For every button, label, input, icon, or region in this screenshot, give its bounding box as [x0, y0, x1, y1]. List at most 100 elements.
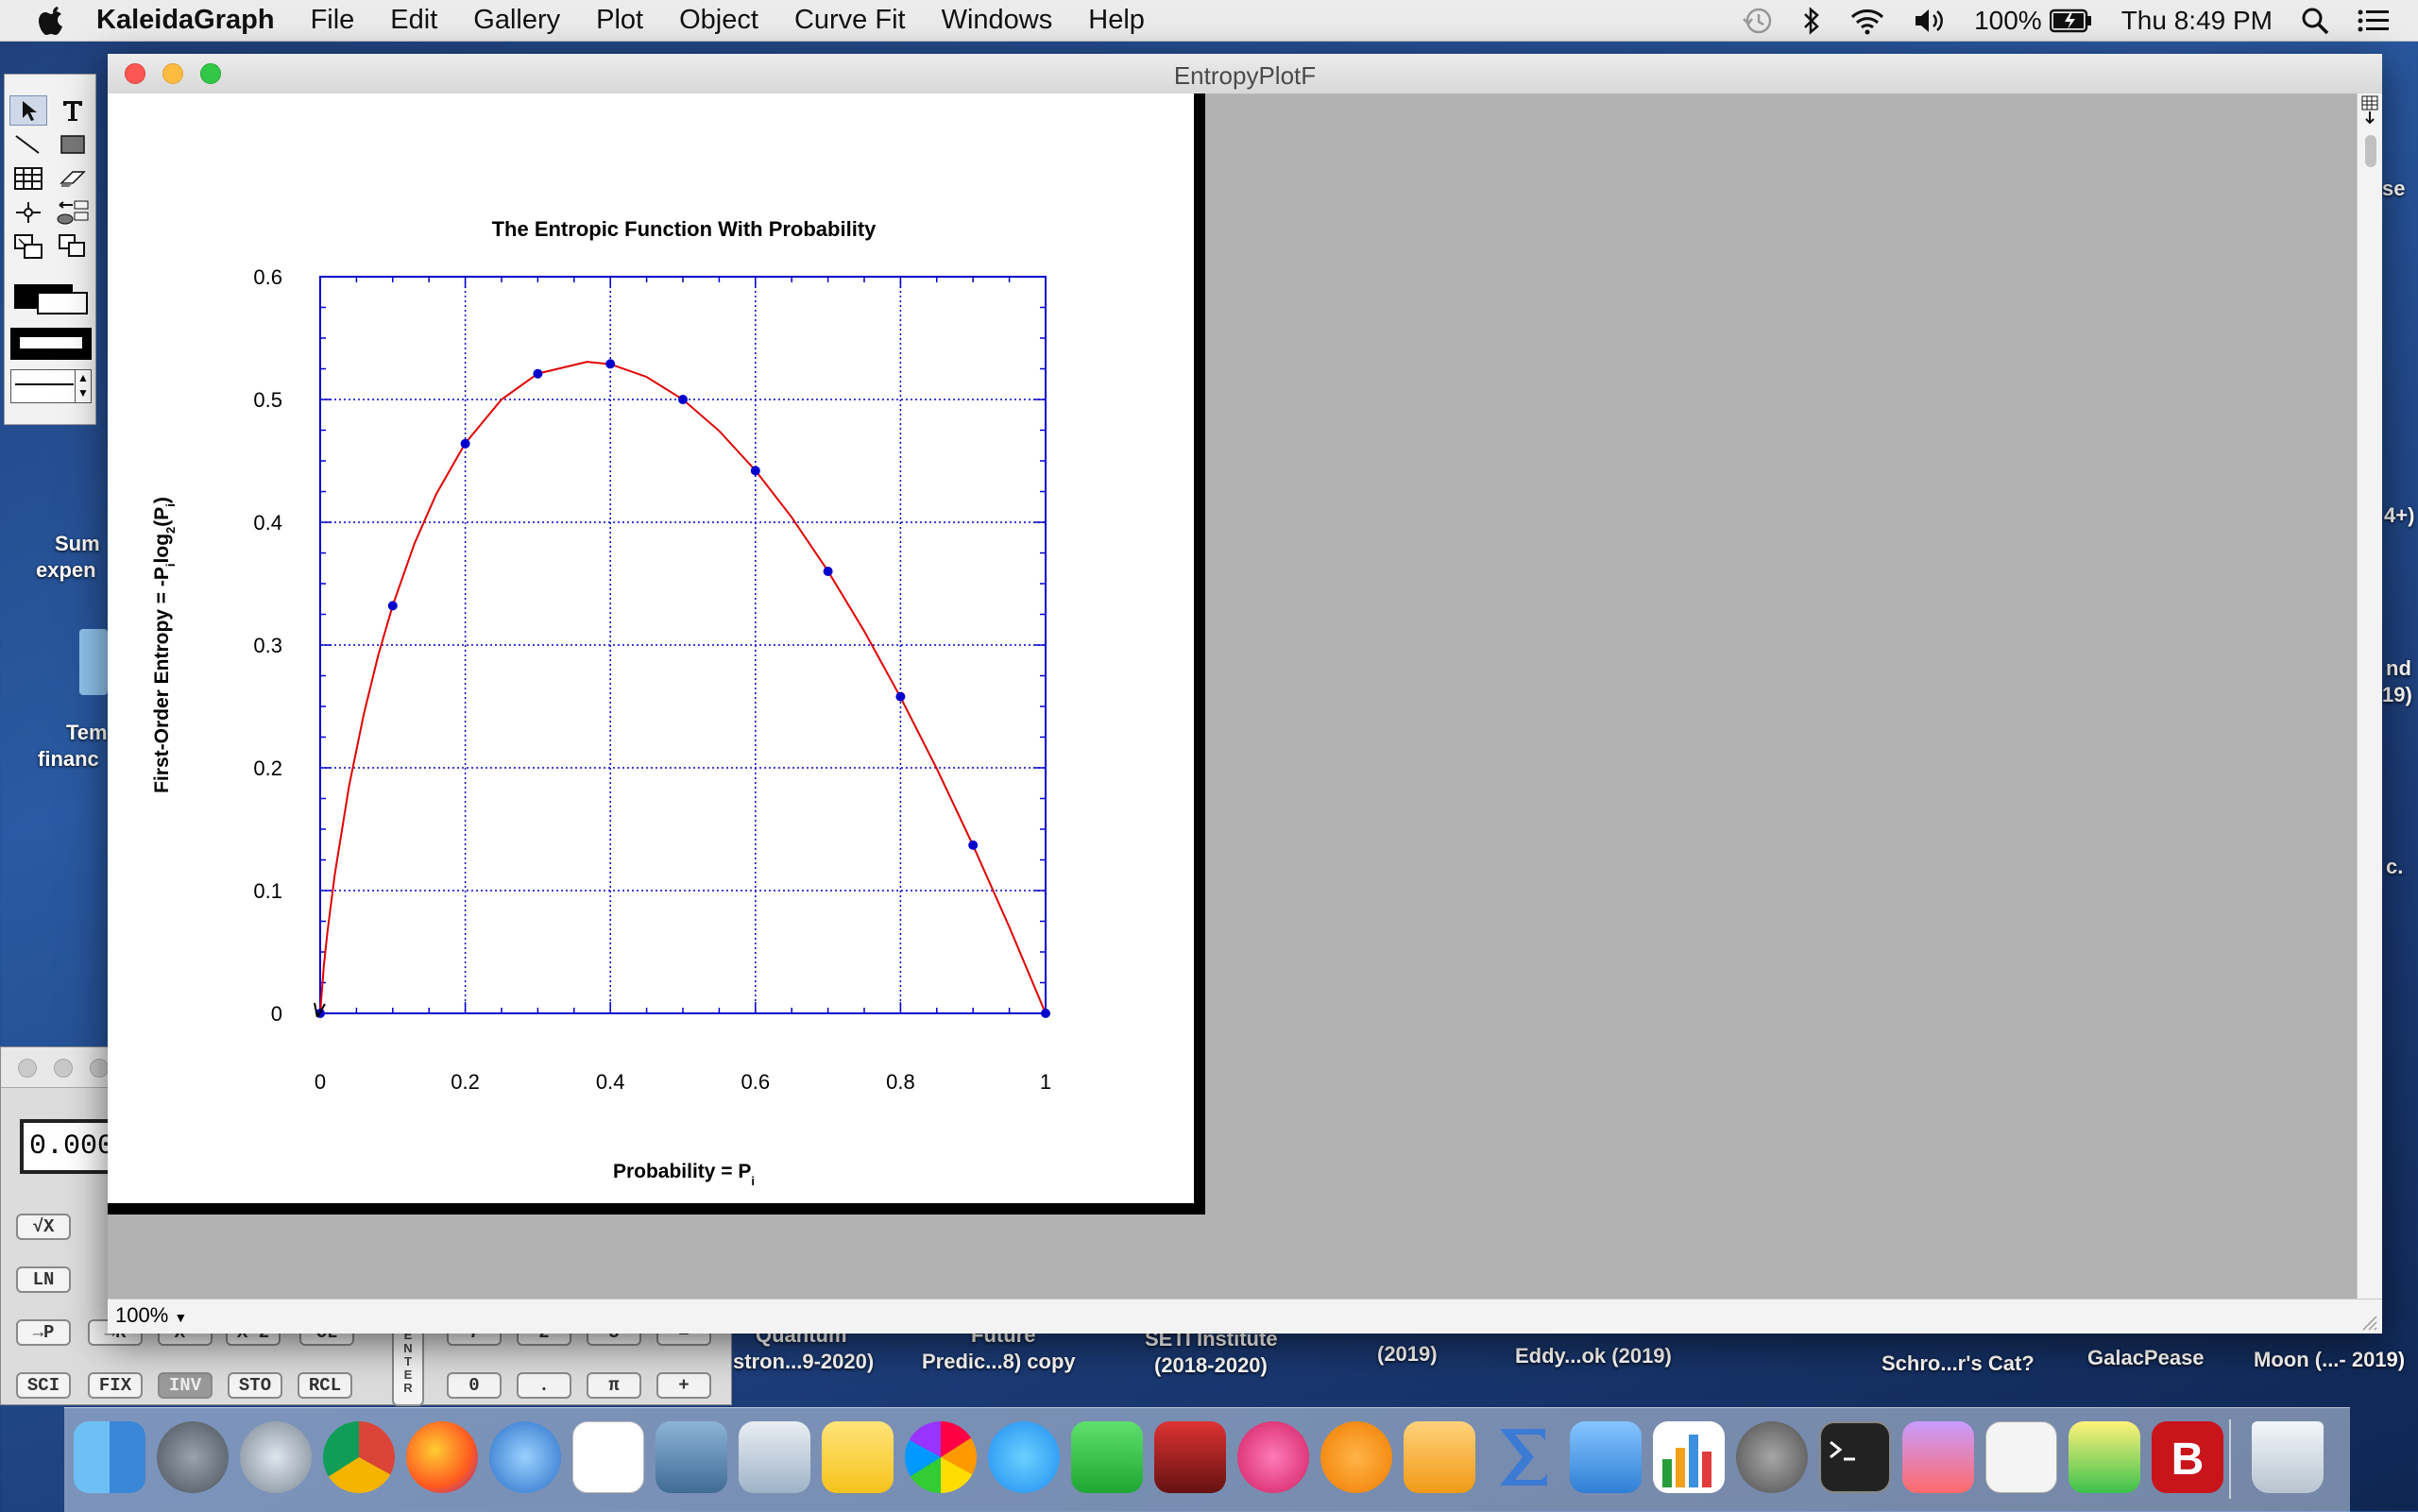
time-machine-icon[interactable] [1742, 6, 1774, 36]
bluetooth-icon[interactable] [1802, 6, 1821, 36]
desktop-item-label[interactable]: se [2382, 176, 2405, 202]
calc-key-pi[interactable]: π [587, 1372, 641, 1399]
itunes-icon[interactable] [1237, 1421, 1309, 1493]
thunderbird-icon[interactable] [489, 1421, 561, 1493]
line-width-selector[interactable]: ▲ ▼ [10, 369, 92, 403]
crosshair-tool-icon[interactable] [9, 197, 47, 228]
finder-icon[interactable] [74, 1421, 145, 1493]
pages-icon[interactable] [1404, 1421, 1475, 1493]
desktop-item-label[interactable]: Eddy...ok (2019) [1515, 1343, 1672, 1369]
plot-page[interactable]: The Entropic Function With Probability 0… [108, 93, 1205, 1215]
desktop-item-label[interactable]: (2018-2020) [1154, 1352, 1268, 1379]
menu-app-name[interactable]: KaleidaGraph [96, 5, 275, 36]
desktop-item-label[interactable]: 19) [2382, 682, 2412, 708]
line-tool-icon[interactable] [9, 129, 47, 160]
data-selection-tool-icon[interactable] [54, 197, 92, 228]
calculator-close-button[interactable] [18, 1059, 37, 1078]
desktop-item-label[interactable]: Tem [66, 720, 108, 746]
preview-icon[interactable] [656, 1421, 727, 1493]
vertical-scrollbar[interactable] [2357, 93, 2382, 1299]
spotlight-search-icon[interactable] [2301, 7, 2329, 35]
calculator-minimize-button[interactable] [54, 1059, 73, 1078]
desktop-item-label[interactable]: GalacPease [2087, 1345, 2205, 1371]
menu-object[interactable]: Object [679, 5, 758, 36]
photo-booth-strip-icon[interactable] [1154, 1421, 1226, 1493]
window-titlebar[interactable]: EntropyPlotF [108, 54, 2382, 94]
calc-key-enter[interactable]: ENTER [392, 1327, 424, 1406]
layer-tool-icon[interactable] [54, 231, 92, 262]
menu-help[interactable]: Help [1088, 5, 1145, 36]
menu-plot[interactable]: Plot [596, 5, 643, 36]
menu-edit[interactable]: Edit [390, 5, 437, 36]
selection-arrow-tool-icon[interactable] [9, 95, 47, 126]
fill-color-swatch[interactable] [9, 282, 92, 318]
calc-key-sto[interactable]: STO [228, 1372, 282, 1399]
calc-key-fix[interactable]: FIX [88, 1372, 143, 1399]
misc-app-icon[interactable] [2069, 1421, 2140, 1493]
wifi-icon[interactable] [1849, 7, 1885, 35]
kaleidagraph-icon[interactable] [1902, 1421, 1974, 1493]
desktop-item-label[interactable]: nd [2386, 655, 2411, 682]
apple-menu-icon[interactable] [36, 5, 68, 37]
facetime-icon[interactable] [1071, 1421, 1143, 1493]
desktop-item-label[interactable]: stron...9-2020) [733, 1349, 874, 1375]
calc-key-sci[interactable]: SCI [16, 1372, 71, 1399]
notification-center-icon[interactable] [2358, 8, 2390, 33]
system-preferences-icon[interactable] [1736, 1421, 1808, 1493]
resize-grip-icon[interactable] [2356, 1309, 2378, 1332]
desktop-item-label[interactable]: Sum [55, 531, 100, 557]
calc-key-decimal[interactable]: . [517, 1372, 571, 1399]
text-tool-icon[interactable] [54, 95, 92, 126]
desktop-item-label[interactable]: expen [36, 557, 96, 584]
calc-key-to-polar[interactable]: →P [16, 1319, 71, 1346]
calc-key-sqrt[interactable]: √X [16, 1214, 71, 1240]
chrome-icon[interactable] [323, 1421, 395, 1493]
menu-file[interactable]: File [311, 5, 355, 36]
firefox-icon[interactable] [406, 1421, 478, 1493]
desktop-item-label[interactable]: (2019) [1377, 1341, 1438, 1368]
menu-curve-fit[interactable]: Curve Fit [794, 5, 906, 36]
volume-icon[interactable] [1914, 7, 1946, 35]
desktop-file-icon[interactable] [79, 629, 108, 695]
trash-icon[interactable] [2252, 1421, 2324, 1493]
calc-key-ln[interactable]: LN [16, 1266, 71, 1293]
stepper-arrows-icon[interactable]: ▲ ▼ [75, 370, 91, 402]
sigma-app-icon[interactable] [1487, 1421, 1558, 1493]
calc-key-inv[interactable]: INV [158, 1372, 213, 1399]
menu-windows[interactable]: Windows [942, 5, 1053, 36]
line-style-swatch[interactable] [10, 328, 92, 360]
calculator-zoom-button[interactable] [90, 1059, 109, 1078]
desktop-item-label[interactable]: Moon (...- 2019) [2254, 1347, 2405, 1373]
bitdefender-icon[interactable]: B [2152, 1421, 2223, 1493]
calc-key-rcl[interactable]: RCL [298, 1372, 352, 1399]
calendar-icon[interactable] [572, 1421, 644, 1493]
battery-charging-icon[interactable] [2049, 8, 2093, 33]
split-window-icon[interactable] [2361, 95, 2378, 126]
entropy-plot[interactable]: The Entropic Function With Probability 0… [108, 93, 1194, 1203]
eraser-tool-icon[interactable] [54, 163, 92, 194]
zoom-level[interactable]: 100% ▼ [115, 1303, 187, 1328]
terminal-icon[interactable] [1819, 1421, 1891, 1493]
messages-icon[interactable] [988, 1421, 1060, 1493]
rectangle-tool-icon[interactable] [54, 129, 92, 160]
calc-key-0[interactable]: 0 [447, 1372, 502, 1399]
notes-icon[interactable] [822, 1421, 894, 1493]
cursor-app-icon[interactable] [240, 1421, 312, 1493]
desktop-item-label[interactable]: c. [2386, 854, 2403, 880]
desktop-item-label[interactable]: Schro...r's Cat? [1882, 1351, 2035, 1377]
battery-percent[interactable]: 100% [1974, 6, 2042, 36]
desktop-item-label[interactable]: 4+) [2384, 502, 2414, 529]
menu-gallery[interactable]: Gallery [473, 5, 560, 36]
photo-booth-icon[interactable] [739, 1421, 810, 1493]
launchpad-icon[interactable] [157, 1421, 229, 1493]
zoom-dropdown-chevron-icon[interactable]: ▼ [174, 1310, 187, 1325]
table-tool-icon[interactable] [9, 163, 47, 194]
textedit-icon[interactable] [1985, 1421, 2057, 1493]
desktop-item-label[interactable]: financ [38, 746, 99, 773]
horizontal-scrollbar[interactable]: 100% ▼ [108, 1299, 2382, 1334]
menu-clock[interactable]: Thu 8:49 PM [2121, 6, 2273, 36]
numbers-icon[interactable] [1653, 1421, 1725, 1493]
calc-key-plus[interactable]: + [656, 1372, 711, 1399]
books-icon[interactable] [1320, 1421, 1392, 1493]
desktop-item-label[interactable]: Predic...8) copy [922, 1349, 1076, 1375]
